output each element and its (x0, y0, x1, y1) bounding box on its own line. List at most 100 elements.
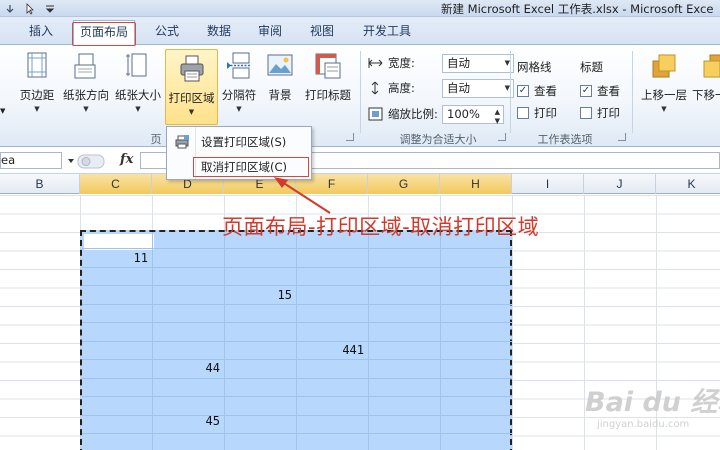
breaks-icon (227, 52, 251, 79)
checked-checkbox[interactable]: ✓ (580, 85, 592, 97)
gridlines-heading: 网格线 (517, 60, 552, 74)
chevron-down-icon: ▼ (661, 105, 667, 113)
annotation-text: 页面布局-打印区域-取消打印区域 (222, 215, 540, 239)
column-header-j[interactable]: J (584, 174, 656, 194)
scale-spinner[interactable]: 100% ▲ ▼ (442, 104, 504, 125)
headings-options: 标题 ✓ 查看 打印 (580, 59, 620, 125)
grid-line (82, 304, 512, 305)
grid-line (82, 285, 512, 286)
page-setup-launcher-icon[interactable] (346, 133, 354, 141)
title-bar: 新建 Microsoft Excel 工作表.xlsx - Microsoft … (0, 0, 720, 17)
scale-group-label: 调整为合适大小 (399, 133, 477, 146)
tab-view[interactable]: 视图 (305, 22, 339, 42)
send-backward-icon (703, 54, 720, 78)
margins-label: 页边距 (19, 88, 55, 102)
breaks-button[interactable]: 分隔符 ▼ (219, 51, 259, 114)
grid-line (82, 248, 512, 249)
width-icon (368, 58, 383, 68)
grid-line (82, 322, 512, 323)
sheet-options-launcher-icon[interactable] (618, 133, 626, 141)
height-label: 高度: (388, 81, 415, 95)
group-separator (510, 51, 511, 133)
gridlines-view-option[interactable]: ✓ 查看 (517, 81, 557, 101)
column-header-i[interactable]: I (512, 174, 584, 194)
name-box[interactable]: ea (0, 152, 62, 169)
spin-down-icon[interactable]: ▼ (495, 113, 500, 130)
tab-developer[interactable]: 开发工具 (357, 22, 417, 42)
tab-review[interactable]: 审阅 (253, 22, 287, 42)
column-header-c[interactable]: C (80, 174, 152, 194)
paper-size-icon (126, 53, 147, 77)
unchecked-checkbox[interactable] (517, 107, 529, 119)
height-icon (371, 81, 379, 95)
print-area-button[interactable]: 打印区域 ▼ (165, 49, 218, 125)
height-value: 自动 (447, 80, 470, 95)
watermark-logo: Bai du 经验 (585, 387, 720, 418)
print-area-label: 打印区域 (168, 91, 215, 105)
orientation-icon (74, 53, 96, 79)
grid-line (82, 396, 512, 397)
set-print-area-item[interactable]: 设置打印区域(S) (201, 132, 286, 152)
clear-print-area-highlight (193, 157, 309, 177)
ribbon: ▼ 页边距 ▼ 纸张方向 ▼ 纸张大小 ▼ 打印区域 ▼ 分隔符 ▼ 背景 打印… (0, 44, 720, 147)
scale-icon (368, 107, 383, 121)
baidu-watermark: Bai du 经验 jingyan.baidu.com (585, 380, 720, 430)
cell-value[interactable]: 15 (232, 288, 292, 302)
checked-checkbox[interactable]: ✓ (517, 85, 529, 97)
formula-bar: ea fx (0, 148, 720, 174)
headings-view-option[interactable]: ✓ 查看 (580, 81, 620, 101)
tab-highlight-box (72, 22, 136, 46)
height-row: 高度: 自动 ▼ (368, 78, 514, 98)
tab-data[interactable]: 数据 (202, 22, 236, 42)
margins-button[interactable]: 页边距 ▼ (16, 51, 58, 114)
width-value: 自动 (447, 55, 470, 70)
background-image-icon (267, 54, 293, 76)
grid-line (82, 341, 512, 342)
height-select[interactable]: 自动 ▼ (442, 78, 514, 98)
unchecked-checkbox[interactable] (580, 107, 592, 119)
column-header-b[interactable]: B (0, 174, 80, 194)
background-label: 背景 (268, 88, 292, 102)
cell-value[interactable]: 44 (160, 361, 220, 375)
quick-access-toolbar (4, 1, 56, 16)
headings-print-label: 打印 (597, 106, 620, 120)
breaks-label: 分隔符 (221, 88, 257, 102)
cell-value[interactable]: 45 (160, 414, 220, 428)
margins-icon (27, 52, 47, 78)
column-header-k[interactable]: K (656, 174, 720, 194)
background-button[interactable]: 背景 (262, 51, 298, 103)
bring-forward-button[interactable]: 上移一层 ▼ (638, 51, 690, 114)
width-select[interactable]: 自动 ▼ (442, 53, 514, 73)
column-header-g[interactable]: G (368, 174, 440, 194)
scale-value: 100% (447, 106, 480, 121)
headings-print-option[interactable]: 打印 (580, 103, 620, 123)
customize-qat-icon[interactable] (44, 3, 56, 15)
cell-value[interactable]: 11 (88, 251, 148, 265)
tab-insert[interactable]: 插入 (24, 22, 58, 42)
cell-value[interactable]: 441 (304, 343, 364, 357)
print-titles-button[interactable]: 打印标题 (302, 51, 354, 103)
undo-dropdown-icon[interactable] (4, 3, 16, 15)
bring-forward-icon (652, 54, 676, 78)
chevron-down-icon: ▼ (135, 105, 141, 113)
scale-launcher-icon[interactable] (498, 133, 506, 141)
column-header-h[interactable]: H (440, 174, 512, 194)
grid-line (82, 415, 512, 416)
group-separator (632, 51, 633, 133)
cursor-icon[interactable] (24, 2, 36, 15)
orientation-button[interactable]: 纸张方向 ▼ (61, 51, 111, 114)
gridlines-options: 网格线 ✓ 查看 打印 (517, 59, 557, 125)
print-titles-label: 打印标题 (305, 88, 351, 102)
paper-size-button[interactable]: 纸张大小 ▼ (113, 51, 163, 114)
print-area-selection[interactable]: 11 15 441 44 45 (80, 230, 512, 450)
send-backward-button[interactable]: 下移一 (692, 51, 720, 103)
chevron-down-icon: ▼ (34, 105, 40, 113)
grid-line (82, 378, 512, 379)
tab-formulas[interactable]: 公式 (150, 22, 184, 42)
gridlines-print-option[interactable]: 打印 (517, 103, 557, 123)
paper-size-label: 纸张大小 (115, 88, 161, 102)
watermark-url: jingyan.baidu.com (597, 419, 690, 430)
window-title: 新建 Microsoft Excel 工作表.xlsx - Microsoft … (441, 2, 714, 16)
scale-row: 缩放比例: 100% ▲ ▼ (368, 104, 504, 125)
insert-function-button[interactable]: fx (120, 152, 133, 167)
